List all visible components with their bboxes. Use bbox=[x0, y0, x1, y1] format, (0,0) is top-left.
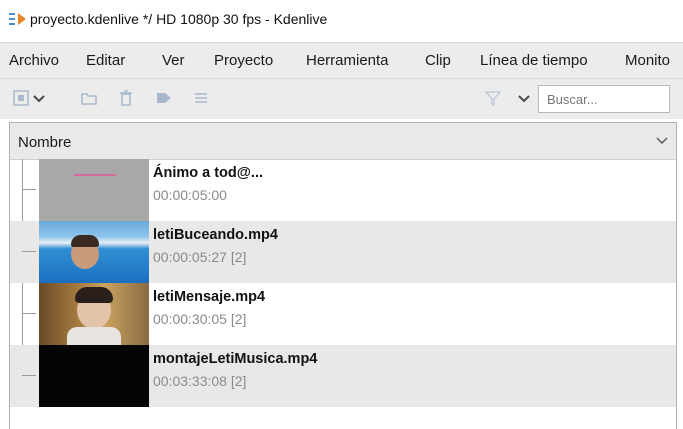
clip-row[interactable]: Ánimo a tod@... 00:00:05:00 bbox=[10, 159, 676, 221]
tree-branch bbox=[22, 251, 36, 252]
title-bar: proyecto.kdenlive */ HD 1080p 30 fps - K… bbox=[0, 0, 683, 42]
tree-branch bbox=[22, 189, 36, 190]
tree-branch bbox=[22, 375, 36, 376]
clip-thumbnail bbox=[39, 159, 149, 221]
window-title: proyecto.kdenlive */ HD 1080p 30 fps - K… bbox=[30, 11, 328, 27]
clip-name: letiMensaje.mp4 bbox=[153, 289, 266, 305]
folder-icon[interactable] bbox=[80, 89, 98, 107]
column-header[interactable]: Nombre bbox=[10, 123, 676, 160]
bin-toolbar bbox=[0, 78, 683, 119]
menu-ver[interactable]: Ver bbox=[162, 52, 185, 69]
clip-name: montajeLetiMusica.mp4 bbox=[153, 351, 318, 367]
menu-herramienta[interactable]: Herramienta bbox=[306, 52, 389, 69]
filter-icon[interactable] bbox=[484, 89, 502, 107]
menu-monitor[interactable]: Monito bbox=[625, 52, 670, 69]
kdenlive-icon bbox=[9, 13, 26, 25]
clip-name: letiBuceando.mp4 bbox=[153, 227, 278, 243]
clip-duration: 00:00:05:00 bbox=[153, 187, 227, 203]
project-bin: Nombre Ánimo a tod@... 00:00:05:00 letiB… bbox=[9, 122, 677, 429]
menu-icon[interactable] bbox=[192, 89, 210, 107]
dropdown-arrow-icon[interactable] bbox=[32, 89, 46, 107]
clip-duration: 00:03:33:08 [2] bbox=[153, 373, 247, 389]
clip-row[interactable]: letiBuceando.mp4 00:00:05:27 [2] bbox=[10, 221, 676, 283]
menu-archivo[interactable]: Archivo bbox=[9, 52, 59, 69]
column-header-label: Nombre bbox=[18, 134, 72, 151]
menu-editar[interactable]: Editar bbox=[86, 52, 125, 69]
clip-thumbnail bbox=[39, 283, 149, 345]
chevron-down-icon[interactable] bbox=[656, 135, 668, 147]
clip-duration: 00:00:30:05 [2] bbox=[153, 311, 247, 327]
clip-row[interactable]: letiMensaje.mp4 00:00:30:05 [2] bbox=[10, 283, 676, 345]
clip-duration: 00:00:05:27 [2] bbox=[153, 249, 247, 265]
clip-name: Ánimo a tod@... bbox=[153, 165, 263, 181]
dropdown-arrow-icon[interactable] bbox=[517, 89, 531, 107]
tree-branch bbox=[22, 313, 36, 314]
add-clip-icon[interactable] bbox=[12, 89, 30, 107]
menubar: Archivo Editar Ver Proyecto Herramienta … bbox=[0, 42, 683, 79]
clip-row[interactable]: montajeLetiMusica.mp4 00:03:33:08 [2] bbox=[10, 345, 676, 407]
menu-clip[interactable]: Clip bbox=[425, 52, 451, 69]
trash-icon[interactable] bbox=[117, 89, 135, 107]
clip-thumbnail bbox=[39, 221, 149, 283]
clip-thumbnail bbox=[39, 345, 149, 407]
menu-proyecto[interactable]: Proyecto bbox=[214, 52, 273, 69]
menu-linea-de-tiempo[interactable]: Línea de tiempo bbox=[480, 52, 588, 69]
tag-icon[interactable] bbox=[155, 89, 173, 107]
search-input[interactable] bbox=[538, 85, 670, 113]
